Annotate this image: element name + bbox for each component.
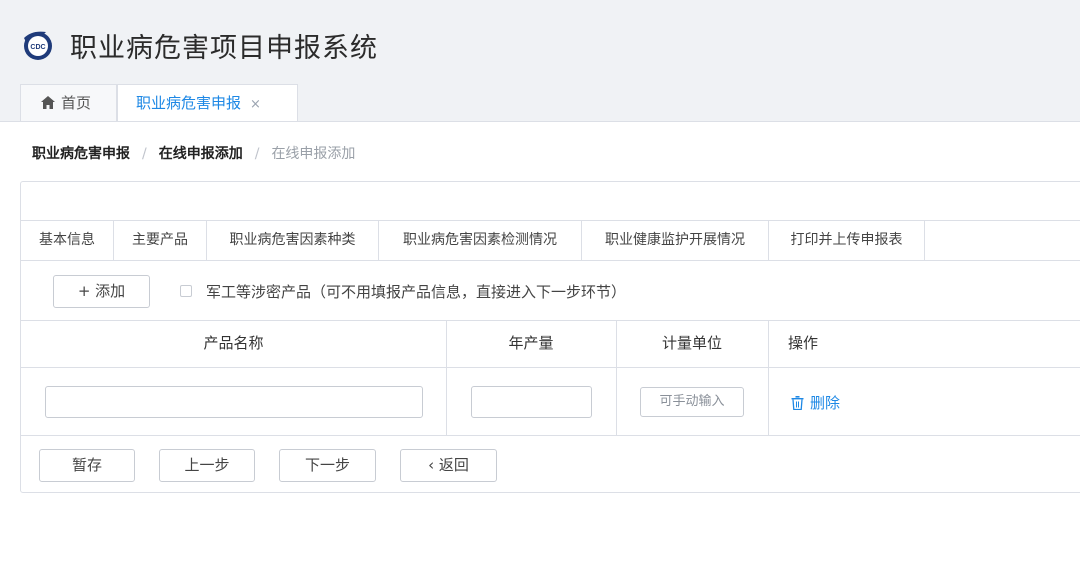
- delete-button[interactable]: 删除: [791, 392, 840, 413]
- table-border: [21, 367, 1080, 368]
- step-main-products[interactable]: 主要产品: [114, 221, 207, 260]
- step-print-upload[interactable]: 打印并上传申报表: [769, 221, 925, 260]
- annual-output-input[interactable]: [471, 386, 592, 418]
- step-hazard-types[interactable]: 职业病危害因素种类: [207, 221, 379, 260]
- add-button[interactable]: + 添加: [53, 275, 150, 308]
- breadcrumb: 职业病危害申报 / 在线申报添加 / 在线申报添加: [32, 143, 355, 163]
- close-icon[interactable]: ×: [250, 97, 261, 112]
- step-tabs: 基本信息 主要产品 职业病危害因素种类 职业病危害因素检测情况 职业健康监护开展…: [21, 220, 1080, 261]
- back-button[interactable]: ‹ 返回: [400, 449, 497, 482]
- tab-report-label: 职业病危害申报: [136, 94, 242, 112]
- classified-product-checkbox[interactable]: [180, 285, 192, 297]
- trash-icon: [791, 396, 804, 410]
- breadcrumb-item[interactable]: 职业病危害申报: [32, 146, 130, 162]
- form-panel: 基本信息 主要产品 职业病危害因素种类 职业病危害因素检测情况 职业健康监护开展…: [20, 181, 1080, 493]
- breadcrumb-item[interactable]: 在线申报添加: [159, 146, 243, 162]
- column-header-product-name: 产品名称: [203, 334, 264, 352]
- tab-occupational-report[interactable]: 职业病危害申报 ×: [117, 84, 298, 121]
- column-header-actions: 操作: [788, 334, 819, 352]
- unit-input[interactable]: 可手动输入: [640, 387, 744, 417]
- home-icon: [41, 96, 55, 109]
- app-title: 职业病危害项目申报系统: [70, 33, 378, 64]
- breadcrumb-separator: /: [254, 146, 260, 162]
- step-hazard-detection[interactable]: 职业病危害因素检测情况: [379, 221, 582, 260]
- step-health-monitoring[interactable]: 职业健康监护开展情况: [582, 221, 769, 260]
- table-border: [21, 435, 1080, 436]
- step-basic-info[interactable]: 基本信息: [21, 221, 114, 260]
- column-header-annual-output: 年产量: [508, 334, 554, 352]
- product-name-input[interactable]: [45, 386, 423, 418]
- app-header: CDC 职业病危害项目申报系统 首页 职业病危害申报 ×: [0, 0, 1080, 122]
- products-table: 产品名称 年产量 计量单位 操作 可手动输入 删除: [21, 320, 1080, 436]
- classified-product-label: 军工等涉密产品（可不用填报产品信息，直接进入下一步环节）: [206, 283, 627, 301]
- delete-label: 删除: [810, 394, 841, 412]
- tab-home[interactable]: 首页: [20, 84, 117, 121]
- svg-text:CDC: CDC: [30, 44, 45, 51]
- breadcrumb-current: 在线申报添加: [271, 146, 356, 162]
- tab-home-label: 首页: [61, 94, 92, 112]
- table-divider: [768, 320, 769, 435]
- save-draft-button[interactable]: 暂存: [39, 449, 135, 482]
- next-step-button[interactable]: 下一步: [279, 449, 376, 482]
- cdc-logo: CDC: [24, 31, 52, 60]
- previous-step-button[interactable]: 上一步: [159, 449, 255, 482]
- column-header-unit: 计量单位: [661, 334, 722, 352]
- breadcrumb-separator: /: [142, 146, 147, 162]
